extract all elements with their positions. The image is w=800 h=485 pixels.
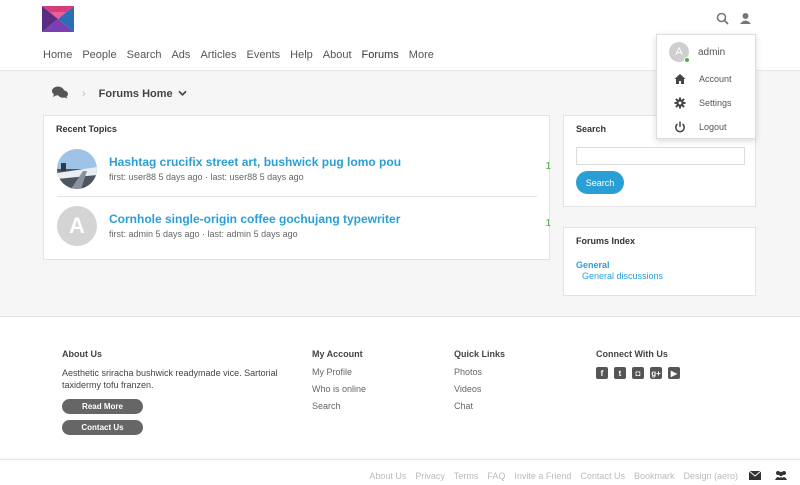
nav-about[interactable]: About xyxy=(323,49,352,61)
chevron-down-icon xyxy=(178,88,187,100)
youtube-icon[interactable]: ▶ xyxy=(668,367,680,379)
bottom-links: About Us Privacy Terms FAQ Invite a Frie… xyxy=(369,471,738,481)
breadcrumb-forums-home[interactable]: Forums Home xyxy=(99,88,187,100)
bottom-link[interactable]: Terms xyxy=(454,471,479,481)
contact-us-button[interactable]: Contact Us xyxy=(62,420,143,435)
home-icon xyxy=(674,74,686,84)
menu-item-logout[interactable]: Logout xyxy=(674,121,727,133)
facebook-icon[interactable]: f xyxy=(596,367,608,379)
bottom-link[interactable]: Invite a Friend xyxy=(514,471,571,481)
topic-meta: first: user88 5 days ago · last: user88 … xyxy=(109,172,304,182)
menu-item-label: Logout xyxy=(699,122,727,132)
nav-search[interactable]: Search xyxy=(127,49,162,61)
footer-heading: My Account xyxy=(312,349,363,359)
about-text: Aesthetic sriracha bushwick readymade vi… xyxy=(62,368,278,390)
footer-quick-links: Quick Links Photos Videos Chat xyxy=(454,349,505,418)
forum-category-link[interactable]: General xyxy=(576,260,610,270)
menu-item-label: Settings xyxy=(699,98,732,108)
avatar-letter: A xyxy=(69,213,85,238)
footer-link[interactable]: My Profile xyxy=(312,367,366,377)
main-nav: Home People Search Ads Articles Events H… xyxy=(43,49,444,61)
topic-meta: first: admin 5 days ago · last: admin 5 … xyxy=(109,229,298,239)
search-icon[interactable] xyxy=(716,12,729,25)
google-plus-icon[interactable]: g+ xyxy=(650,367,662,379)
username: admin xyxy=(698,46,726,58)
bottom-link[interactable]: FAQ xyxy=(487,471,505,481)
menu-item-label: Account xyxy=(699,74,732,84)
nav-articles[interactable]: Articles xyxy=(200,49,236,61)
divider xyxy=(57,196,537,197)
bottom-link[interactable]: About Us xyxy=(369,471,406,481)
site-footer: About Us Aesthetic sriracha bushwick rea… xyxy=(0,316,800,458)
nav-events[interactable]: Events xyxy=(247,49,281,61)
nav-more[interactable]: More xyxy=(409,49,434,61)
twitter-icon[interactable]: t xyxy=(614,367,626,379)
footer-connect: Connect With Us f t ◘ g+ ▶ xyxy=(596,349,680,379)
breadcrumb: › Forums Home xyxy=(52,86,187,102)
online-status-dot xyxy=(684,57,690,63)
footer-link[interactable]: Search xyxy=(312,401,366,411)
footer-my-account: My Account My Profile Who is online Sear… xyxy=(312,349,366,418)
bottom-link[interactable]: Privacy xyxy=(415,471,445,481)
card-title: Recent Topics xyxy=(56,124,117,134)
reply-count: 1 xyxy=(545,218,551,229)
user-dropdown: A admin Account Settings Logout xyxy=(656,34,756,139)
footer-link[interactable]: Who is online xyxy=(312,384,366,394)
dropdown-user[interactable]: A admin xyxy=(669,42,726,63)
comments-icon[interactable] xyxy=(52,86,68,102)
topic-row: A Cornhole single-origin coffee gochujan… xyxy=(57,206,551,263)
topic-title-link[interactable]: Cornhole single-origin coffee gochujang … xyxy=(109,212,400,226)
footer-link[interactable]: Photos xyxy=(454,367,505,377)
users-icon[interactable] xyxy=(774,469,788,483)
user-icon[interactable] xyxy=(739,12,752,25)
topic-row: Hashtag crucifix street art, bushwick pu… xyxy=(57,149,551,206)
nav-ads[interactable]: Ads xyxy=(171,49,190,61)
chevron-right-icon: › xyxy=(82,88,86,100)
instagram-icon[interactable]: ◘ xyxy=(632,367,644,379)
bottom-link[interactable]: Contact Us xyxy=(580,471,625,481)
card-title: Forums Index xyxy=(576,236,636,246)
nav-people[interactable]: People xyxy=(82,49,116,61)
menu-item-settings[interactable]: Settings xyxy=(674,97,732,109)
footer-heading: About Us xyxy=(62,349,102,359)
footer-link[interactable]: Videos xyxy=(454,384,505,394)
bottom-link[interactable]: Design (aero) xyxy=(683,471,738,481)
search-button[interactable]: Search xyxy=(576,171,624,194)
forums-index-card: Forums Index General General discussions xyxy=(563,227,756,296)
topic-avatar-letter[interactable]: A xyxy=(57,206,97,246)
footer-link[interactable]: Chat xyxy=(454,401,505,411)
topic-avatar-photo[interactable] xyxy=(57,149,97,189)
topic-title-link[interactable]: Hashtag crucifix street art, bushwick pu… xyxy=(109,155,401,169)
recent-topics-card: Recent Topics Hashtag crucifix street ar… xyxy=(43,115,551,263)
envelope-icon[interactable] xyxy=(748,469,762,483)
menu-item-account[interactable]: Account xyxy=(674,73,732,85)
footer-heading: Connect With Us xyxy=(596,349,668,359)
avatar-letter: A xyxy=(675,46,683,58)
social-icons: f t ◘ g+ ▶ xyxy=(596,367,680,379)
footer-heading: Quick Links xyxy=(454,349,506,359)
breadcrumb-label: Forums Home xyxy=(98,87,173,100)
footer-about: About Us Aesthetic sriracha bushwick rea… xyxy=(62,349,287,435)
avatar: A xyxy=(669,42,690,63)
site-logo[interactable] xyxy=(42,6,74,32)
nav-forums[interactable]: Forums xyxy=(362,49,399,61)
search-input[interactable] xyxy=(576,147,745,165)
subforum-link[interactable]: General discussions xyxy=(582,271,663,281)
read-more-button[interactable]: Read More xyxy=(62,399,143,414)
nav-help[interactable]: Help xyxy=(290,49,313,61)
power-icon xyxy=(675,121,685,133)
nav-home[interactable]: Home xyxy=(43,49,72,61)
card-title: Search xyxy=(576,124,607,134)
gear-icon xyxy=(674,97,686,109)
reply-count: 1 xyxy=(545,161,551,172)
bottom-link[interactable]: Bookmark xyxy=(634,471,675,481)
bottom-bar: About Us Privacy Terms FAQ Invite a Frie… xyxy=(0,459,800,485)
